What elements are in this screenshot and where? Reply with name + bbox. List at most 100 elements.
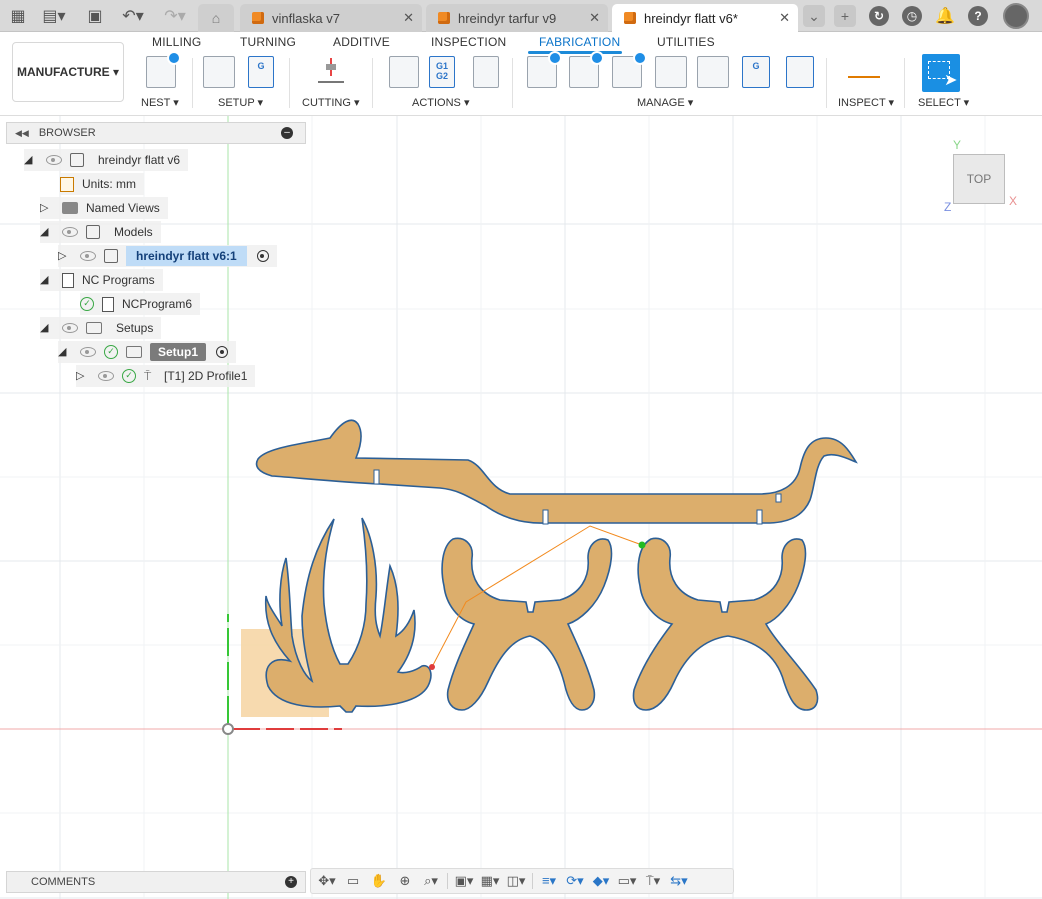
job-status-icon[interactable]: ◷ [902,6,922,26]
eye-icon[interactable] [98,371,114,381]
tab-additive[interactable]: ADDITIVE [333,35,390,49]
design-cube-icon [624,12,636,24]
tab-hreindyr-flatt[interactable]: hreindyr flatt v6* ✕ [612,4,798,32]
tree-item-named-views[interactable]: ▷ Named Views [40,197,168,219]
pan-icon[interactable]: ✋ [369,873,389,889]
zoom-icon[interactable]: ⊕ [395,873,415,889]
help-icon[interactable]: ? [968,6,988,26]
tab-turning[interactable]: TURNING [240,35,296,49]
file-icon[interactable]: ▤▾ [38,4,70,28]
workspace-switcher[interactable]: MANUFACTURE ▾ [12,42,124,102]
collapse-panel-icon[interactable]: ◀◀ [15,128,29,139]
tree-item-models[interactable]: ◢ Models [40,221,161,243]
machine-display-icon[interactable]: ▭▾ [617,873,637,889]
nc-program-icon [62,272,74,288]
setup-sheet-icon[interactable] [473,56,499,88]
fit-icon[interactable]: ⌕▾ [421,873,441,889]
group-nest[interactable]: NEST ▾ [141,96,179,109]
nc-program-icon[interactable]: G [248,56,274,88]
camera-icon[interactable]: ⇆▾ [669,873,689,889]
browser-header[interactable]: ◀◀ BROWSER – [6,122,306,144]
group-setup[interactable]: SETUP ▾ [218,96,263,109]
tree-item-root[interactable]: ◢ hreindyr flatt v6 [24,149,189,171]
tree-item-nc-programs[interactable]: ◢ NC Programs [40,269,163,291]
orbit-icon[interactable]: ✥▾ [317,873,337,889]
tab-utilities[interactable]: UTILITIES [657,35,715,49]
post-library-icon[interactable] [612,51,647,88]
tree-item-setups[interactable]: ◢ Setups [40,317,162,339]
tab-vinflaska[interactable]: vinflaska v7 ✕ [240,4,422,32]
add-comment-icon[interactable]: + [285,876,297,888]
tool-library-icon[interactable] [527,51,562,88]
expand-triangle-icon[interactable]: ▷ [58,249,66,262]
viewports-icon[interactable]: ◫▾ [506,873,526,889]
expand-triangle-icon[interactable]: ◢ [40,273,48,286]
cutting-2d-profile-icon[interactable] [316,56,346,88]
measure-icon[interactable] [848,66,880,78]
comments-panel[interactable]: COMMENTS + [6,871,306,893]
overflow-icon[interactable]: ⌄ [803,5,825,27]
undo-icon[interactable]: ↶▾ [116,4,150,28]
grid-snaps-icon[interactable]: ▦▾ [480,873,500,889]
eye-icon[interactable] [46,155,62,165]
activate-icon[interactable] [216,346,229,358]
home-icon[interactable]: ⌂ [198,4,234,32]
eye-icon[interactable] [62,227,78,237]
expand-triangle-icon[interactable]: ◢ [24,153,32,166]
group-cutting[interactable]: CUTTING ▾ [302,96,359,109]
eye-icon[interactable] [80,251,96,261]
group-inspect[interactable]: INSPECT ▾ [838,96,894,109]
expand-triangle-icon[interactable]: ◢ [40,321,48,334]
group-separator [192,58,193,108]
folder-icon [86,322,102,334]
extensions-icon[interactable]: ↻ [869,6,889,26]
group-select[interactable]: SELECT ▾ [918,96,969,109]
machine-library-icon[interactable] [655,56,687,88]
nc-program-library-icon[interactable]: G [742,56,770,88]
display-settings-icon[interactable]: ▣▾ [454,873,474,889]
tree-item-2d-profile[interactable]: ▷ ✓ ⍑ [T1] 2D Profile1 [76,365,256,387]
tree-item-units[interactable]: Units: mm [60,173,144,195]
save-icon[interactable]: ▣ [84,4,106,28]
app-grid-icon[interactable]: ▦ [8,4,28,28]
group-actions[interactable]: ACTIONS ▾ [412,96,469,109]
tab-inspection[interactable]: INSPECTION [431,35,506,49]
expand-triangle-icon[interactable]: ◢ [40,225,48,238]
expand-triangle-icon[interactable]: ▷ [40,201,48,214]
expand-triangle-icon[interactable]: ▷ [76,369,84,382]
eye-icon[interactable] [62,323,78,333]
tree-item-setup1[interactable]: ◢ ✓ Setup1 [58,341,237,363]
eye-icon[interactable] [80,347,96,357]
expand-triangle-icon[interactable]: ◢ [58,345,66,358]
close-icon[interactable]: ✕ [403,10,414,26]
select-tool-icon[interactable]: ➤ [922,54,960,92]
templates-icon[interactable] [786,56,814,88]
avatar[interactable] [1003,3,1029,29]
tab-fabrication[interactable]: FABRICATION [539,35,620,49]
template-library-icon[interactable] [569,51,604,88]
nest-tool-icon[interactable] [146,51,181,88]
tab-hreindyr-tarfur[interactable]: hreindyr tarfur v9 ✕ [426,4,608,32]
notifications-icon[interactable]: 🔔 [934,4,956,28]
folder-icon [62,202,78,214]
tool-display-icon[interactable]: ⍑▾ [643,873,663,889]
close-icon[interactable]: ✕ [779,10,790,26]
tree-item-model-instance[interactable]: ▷ hreindyr flatt v6:1 [58,245,277,267]
tree-item-ncprogram6[interactable]: ✓ NCProgram6 [80,293,201,315]
new-tab-icon[interactable]: + [834,5,856,27]
machine-icon[interactable] [697,56,729,88]
toolpath-display-icon[interactable]: ◆▾ [591,873,611,889]
activate-icon[interactable] [256,250,269,262]
viewcube[interactable]: TOP [953,154,1005,204]
simulation-icon[interactable]: ⟳▾ [565,873,585,889]
tab-milling[interactable]: MILLING [152,35,201,49]
minimize-icon[interactable]: – [281,127,293,139]
look-at-icon[interactable]: ▭ [343,873,363,889]
setup-folder-icon[interactable] [203,56,235,88]
post-process-icon[interactable]: G1 G2 [429,56,455,88]
group-manage[interactable]: MANAGE ▾ [637,96,693,109]
redo-icon[interactable]: ↷▾ [158,4,192,28]
stock-display-icon[interactable]: ≡▾ [539,873,559,889]
simulate-icon[interactable] [389,56,419,88]
close-icon[interactable]: ✕ [589,10,600,26]
